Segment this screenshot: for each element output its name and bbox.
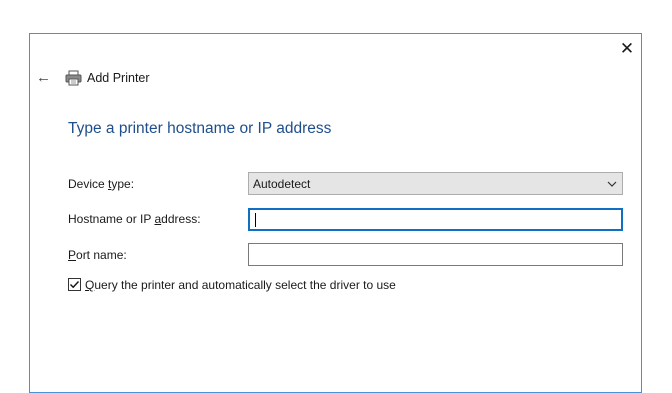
query-driver-label[interactable]: Query the printer and automatically sele… <box>85 277 396 293</box>
close-button[interactable]: ✕ <box>618 40 636 58</box>
port-name-input[interactable] <box>248 243 623 266</box>
back-button[interactable]: ← <box>36 70 52 86</box>
hostname-label: Hostname or IP address: <box>68 212 201 226</box>
device-type-value: Autodetect <box>253 177 311 191</box>
device-type-label: Device type: <box>68 177 135 191</box>
checkmark-icon <box>70 281 80 289</box>
query-driver-checkbox[interactable] <box>68 278 81 291</box>
page-heading: Type a printer hostname or IP address <box>68 120 332 137</box>
chevron-down-icon <box>607 181 617 187</box>
device-type-select[interactable]: Autodetect <box>248 172 623 195</box>
text-caret <box>255 213 256 227</box>
window-title: Add Printer <box>87 71 150 85</box>
close-icon: ✕ <box>619 39 635 58</box>
port-name-label: Port name: <box>68 248 127 262</box>
hostname-input[interactable] <box>248 208 623 231</box>
printer-icon <box>65 70 82 86</box>
back-arrow-icon: ← <box>36 69 51 86</box>
